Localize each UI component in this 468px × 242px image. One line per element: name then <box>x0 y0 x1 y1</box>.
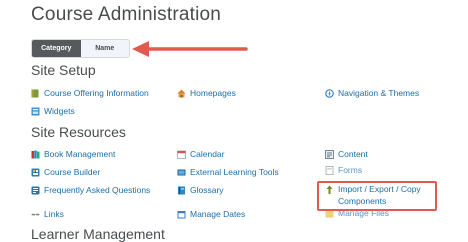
name-toggle-button[interactable]: Name <box>80 40 129 57</box>
widgets-link[interactable]: Widgets <box>31 106 75 117</box>
annotation-arrow <box>130 39 250 59</box>
calendar-icon <box>177 150 186 159</box>
books-icon <box>31 150 40 159</box>
manage-dates-link[interactable]: Manage Dates <box>177 209 245 220</box>
glossary-link[interactable]: Glossary <box>177 185 224 196</box>
category-toggle-button[interactable]: Category <box>32 40 81 57</box>
page-title: Course Administration <box>31 4 222 25</box>
forms-icon <box>325 166 334 175</box>
book-management-link[interactable]: Book Management <box>31 149 115 160</box>
view-toggle: Category Name <box>31 39 130 58</box>
homepages-link[interactable]: Homepages <box>177 88 236 99</box>
external-learning-tools-link[interactable]: External Learning Tools <box>177 167 279 178</box>
links-link[interactable]: Links <box>31 209 64 220</box>
content-link[interactable]: Content <box>325 149 368 160</box>
builder-icon <box>31 168 40 177</box>
dates-icon <box>177 210 186 219</box>
book-icon <box>31 89 39 98</box>
glossary-icon <box>177 186 185 195</box>
forms-link[interactable]: Forms <box>325 165 362 176</box>
compass-icon <box>325 89 334 98</box>
site-setup-heading: Site Setup <box>31 62 96 78</box>
home-icon <box>177 89 186 98</box>
annotation-highlight-box <box>317 181 437 211</box>
widget-icon <box>31 107 40 116</box>
faq-link[interactable]: Frequently Asked Questions <box>31 185 150 196</box>
faq-icon <box>31 186 40 195</box>
course-builder-link[interactable]: Course Builder <box>31 167 100 178</box>
course-offering-link[interactable]: Course Offering Information <box>31 88 149 99</box>
calendar-link[interactable]: Calendar <box>177 149 225 160</box>
site-resources-heading: Site Resources <box>31 124 126 140</box>
link-icon <box>31 210 40 218</box>
content-icon <box>325 150 334 159</box>
tools-icon <box>177 168 186 176</box>
navigation-themes-link[interactable]: Navigation & Themes <box>325 88 419 99</box>
arrow-left-icon <box>132 41 248 57</box>
